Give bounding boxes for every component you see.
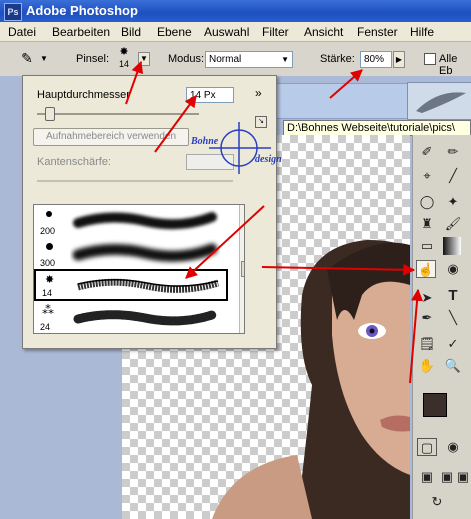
brush-size-label: 300 [40, 258, 56, 268]
menu-auswahl[interactable]: Auswahl [204, 25, 249, 39]
diameter-value: 14 Px [190, 90, 216, 101]
options-bar: ✎ ▼ Pinsel: ✸ 14 ▼ Modus: Normal ▼ Stärk… [0, 42, 471, 77]
text-tool-icon[interactable]: T [443, 287, 463, 305]
brush-item[interactable]: 300 [34, 237, 228, 269]
smudge-icon[interactable]: ☝ [416, 260, 436, 278]
menu-ebene[interactable]: Ebene [157, 25, 192, 39]
feather-icon [416, 92, 466, 113]
lasso-icon[interactable]: ◯ [417, 193, 437, 211]
alle-ebenen-label: Alle Eb [439, 53, 458, 77]
pen-icon[interactable]: ✒ [417, 309, 437, 327]
notes-icon[interactable]: 🗒 [417, 335, 437, 353]
line-icon[interactable]: ╲ [443, 309, 463, 327]
menu-hilfe[interactable]: Hilfe [410, 25, 434, 39]
dodge-icon[interactable]: ◉ [443, 260, 463, 278]
brush-stroke-preview [77, 278, 220, 293]
hand-icon[interactable]: ✋ [417, 357, 437, 375]
brush-tip-icon [46, 211, 52, 217]
path-selection-icon[interactable]: ➤ [417, 289, 437, 307]
menu-bar: Datei Bearbeiten Bild Ebene Auswahl Filt… [0, 22, 471, 42]
modus-select[interactable]: Normal ▼ [205, 51, 293, 68]
gradient-icon[interactable] [443, 237, 461, 255]
navigator-thumbnail [407, 82, 471, 120]
modus-label: Modus: [168, 53, 205, 65]
brush-preview[interactable]: ✸ 14 [113, 46, 135, 74]
diameter-slider-track[interactable] [37, 113, 199, 115]
healing-brush-icon[interactable]: ✐ [417, 143, 437, 161]
toolbox: ✐ ✏ ⌖ ╱ ◯ ✦ ♜ 🖌 ▭ ☝ ◉ ➤ T ✒ ╲ 🗒 ✓ ✋ 🔍 ▢ … [412, 135, 471, 519]
brush-icon[interactable]: 🖌 [443, 215, 463, 233]
menu-bild[interactable]: Bild [121, 25, 141, 39]
crop-icon[interactable]: ⌖ [417, 167, 437, 185]
zoom-icon[interactable]: 🔍 [443, 357, 463, 375]
path-tooltip: D:\Bohnes Webseite\tutoriale\pics\ [283, 120, 471, 136]
screen-mode-2-icon[interactable]: ▣ [437, 468, 457, 486]
watermark-bottom-text: design [255, 154, 282, 165]
document-tab[interactable]: 8) [258, 83, 410, 119]
watermark-logo [209, 122, 271, 174]
brush-size-label: 24 [40, 322, 51, 332]
tool-preset-dropdown-icon[interactable]: ▼ [40, 54, 48, 63]
pinsel-label: Pinsel: [76, 53, 110, 65]
modus-value: Normal [209, 54, 242, 65]
scrollbar-thumb[interactable] [241, 261, 244, 277]
magic-wand-icon[interactable]: ✦ [443, 193, 463, 211]
sample-size-button[interactable]: Aufnahmebereich verwenden [33, 128, 189, 146]
scroll-up-icon[interactable]: ▲ [241, 205, 244, 215]
brush-item[interactable]: ⁂ 24 [34, 301, 228, 333]
hardness-label: Kantenschärfe: [37, 156, 111, 168]
slice-icon[interactable]: ╱ [443, 167, 463, 185]
brush-list[interactable]: 200 300 ✸ 14 ⁂ 24 [33, 204, 245, 334]
brush-stroke-preview [73, 310, 217, 326]
menu-filter[interactable]: Filter [262, 25, 289, 39]
menu-fenster[interactable]: Fenster [357, 25, 398, 39]
staerke-slider-button[interactable]: ▶ [393, 51, 405, 68]
menu-datei[interactable]: Datei [8, 25, 36, 39]
brush-tip-icon: ✸ [45, 274, 55, 286]
title-bar: Ps Adobe Photoshop [0, 0, 471, 22]
diameter-input[interactable]: 14 Px [186, 87, 234, 103]
brush-picker-dropdown-button[interactable]: ▼ [138, 52, 150, 66]
screen-mode-1-icon[interactable]: ▣ [417, 468, 437, 486]
brush-size-label: 14 [42, 288, 53, 298]
diameter-slider-handle[interactable] [45, 107, 55, 121]
watermark-top-text: Bohne [191, 136, 219, 147]
popup-menu-arrow-icon[interactable]: » [255, 86, 262, 100]
chevron-down-icon: ▼ [281, 55, 289, 64]
staerke-value: 80% [364, 54, 385, 65]
quickmask-mode-icon[interactable]: ◉ [443, 438, 463, 456]
brush-stroke-preview [72, 243, 218, 262]
scroll-down-icon[interactable]: ▼ [241, 321, 244, 331]
staerke-label: Stärke: [320, 53, 355, 65]
eyedropper-icon[interactable]: ✓ [443, 335, 463, 353]
diameter-label: Hauptdurchmesser [37, 89, 130, 101]
brush-tip-icon: ⁂ [42, 303, 54, 317]
staerke-input[interactable]: 80% [360, 51, 392, 68]
brush-tip-icon [46, 243, 53, 250]
photoshop-logo-icon: Ps [4, 3, 22, 21]
foreground-color-swatch[interactable] [423, 393, 447, 417]
stamp-icon[interactable]: ♜ [417, 215, 437, 233]
pencil-icon[interactable]: ✏ [443, 143, 463, 161]
brush-item-selected[interactable]: ✸ 14 [34, 269, 228, 301]
hardness-slider-track[interactable] [37, 180, 233, 182]
brush-list-scrollbar[interactable]: ▲ ▼ [239, 205, 244, 333]
brush-stroke-preview [73, 212, 217, 230]
tool-preset-icon[interactable]: ✎ [14, 50, 40, 68]
menu-bearbeiten[interactable]: Bearbeiten [52, 25, 110, 39]
brush-tip-icon: ✸ [119, 46, 129, 58]
brush-picker-popup: Hauptdurchmesser 14 Px » ↘ Aufnahmeberei… [22, 75, 282, 349]
window-title: Adobe Photoshop [26, 3, 138, 18]
menu-ansicht[interactable]: Ansicht [304, 25, 343, 39]
alle-ebenen-checkbox[interactable] [424, 53, 436, 65]
standard-mode-icon[interactable]: ▢ [417, 438, 437, 456]
brush-item[interactable]: 200 [34, 205, 228, 237]
screen-mode-3-icon[interactable]: ▣ [455, 468, 471, 486]
jump-to-imageready-icon[interactable]: ↻ [423, 493, 451, 511]
brush-size-value: 14 [118, 59, 129, 69]
brush-size-label: 200 [40, 226, 56, 236]
eraser-icon[interactable]: ▭ [417, 237, 437, 255]
